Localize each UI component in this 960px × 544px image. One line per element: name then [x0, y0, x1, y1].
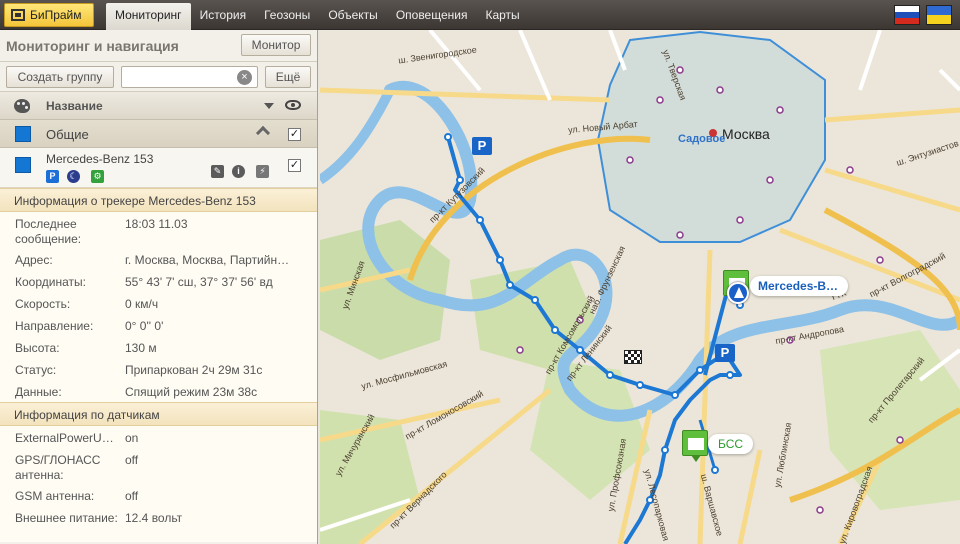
vehicle-map-label[interactable]: Mercedes-B…: [750, 276, 849, 296]
sensor-value: off: [125, 453, 139, 467]
nav-objects[interactable]: Объекты: [319, 0, 387, 30]
vehicle-row[interactable]: Mercedes-Benz 153 P ☾ ⚙ ✎ i ⚡ ✓: [0, 148, 317, 188]
signal-off-icon[interactable]: ⚡: [256, 165, 269, 178]
panel-title: Мониторинг и навигация: [6, 38, 179, 54]
factory-poi-icon[interactable]: [682, 430, 708, 462]
engine-icon: ⚙: [91, 170, 104, 183]
column-name-header[interactable]: Название: [46, 99, 103, 113]
info-row-address: Адрес: г. Москва, Москва, Партийн…: [0, 248, 317, 270]
monitoring-panel: Мониторинг и навигация Монитор Создать г…: [0, 30, 318, 544]
info-label: Направление:: [15, 319, 94, 333]
vehicle-arrow-icon[interactable]: [727, 282, 749, 304]
tracker-info-header: Информация о трекере Mercedes-Benz 153: [0, 188, 317, 212]
sensor-row: GSM антенна: off: [0, 484, 317, 506]
panel-header: Мониторинг и навигация Монитор: [0, 30, 317, 62]
panel-toolbar: Создать группу × Ещё: [0, 62, 317, 92]
sensor-label: GSM антенна:: [15, 489, 95, 503]
sensor-row: Внешнее питание: 12.4 вольт: [0, 506, 317, 542]
info-value: г. Москва, Москва, Партийн…: [125, 253, 290, 267]
info-value: 0 км/ч: [125, 297, 159, 311]
info-label: Высота:: [15, 341, 60, 355]
ukraine-flag-icon[interactable]: [926, 5, 952, 25]
info-label: Последнее сообщение:: [15, 217, 82, 246]
group-row[interactable]: Общие ✓: [0, 120, 317, 148]
palette-icon[interactable]: [14, 99, 30, 113]
sort-down-icon[interactable]: [264, 103, 274, 109]
district-label: Садовое: [678, 133, 726, 145]
city-label: Москва: [722, 126, 770, 142]
monitor-button[interactable]: Монитор: [241, 34, 311, 56]
vehicle-color-swatch[interactable]: [15, 157, 31, 173]
sensors-info: ExternalPowerU… on GPS/ГЛОНАСС антенна: …: [0, 426, 317, 542]
eye-icon[interactable]: [285, 100, 301, 110]
info-row-status: Статус: Припаркован 2ч 29м 31с: [0, 358, 317, 380]
parking-marker[interactable]: P: [715, 344, 735, 362]
info-label: Координаты:: [15, 275, 86, 289]
parking-marker[interactable]: P: [472, 137, 492, 155]
info-row-speed: Скорость: 0 км/ч: [0, 292, 317, 314]
edit-icon[interactable]: ✎: [211, 165, 224, 178]
info-label: Статус:: [15, 363, 57, 377]
sensor-label: ExternalPowerU…: [15, 431, 114, 445]
info-value: Припаркован 2ч 29м 31с: [125, 363, 263, 377]
info-row-coordinates: Координаты: 55° 43' 7' сш, 37° 37' 56' в…: [0, 270, 317, 292]
nav-maps[interactable]: Карты: [476, 0, 528, 30]
main-nav: Мониторинг История Геозоны Объекты Опове…: [106, 0, 529, 30]
sensor-value: 12.4 вольт: [125, 511, 183, 525]
group-name: Общие: [46, 127, 89, 142]
sensor-value: on: [125, 431, 139, 445]
poi-map-label[interactable]: БСС: [708, 434, 754, 454]
russia-flag-icon[interactable]: [894, 5, 920, 25]
info-value: 55° 43' 7' сш, 37° 37' 56' вд: [125, 275, 273, 289]
clear-search-icon[interactable]: ×: [237, 70, 252, 85]
sensor-row: GPS/ГЛОНАСС антенна: off: [0, 448, 317, 484]
sensors-info-header: Информация по датчикам: [0, 402, 317, 426]
info-icon[interactable]: i: [232, 165, 245, 178]
sleep-mode-icon: ☾: [67, 170, 80, 183]
top-navigation-bar: БиПрайм Мониторинг История Геозоны Объек…: [0, 0, 960, 30]
app-logo[interactable]: БиПрайм: [4, 3, 94, 27]
group-visible-checkbox[interactable]: ✓: [288, 128, 301, 141]
tracker-info: Последнее сообщение: 18:03 11.03 Адрес: …: [0, 212, 317, 402]
info-value: Спящий режим 23м 38с: [125, 385, 258, 399]
list-header: Название: [0, 92, 317, 120]
group-color-swatch[interactable]: [15, 126, 31, 142]
sensor-row: ExternalPowerU… on: [0, 426, 317, 448]
logo-icon: [11, 9, 25, 21]
finish-flag-icon[interactable]: [624, 350, 642, 364]
chevron-up-icon[interactable]: [255, 125, 271, 141]
logo-text: БиПрайм: [30, 8, 82, 22]
create-group-button[interactable]: Создать группу: [6, 66, 114, 88]
info-row-direction: Направление: 0° 0'' 0': [0, 314, 317, 336]
info-value: 18:03 11.03: [125, 217, 188, 231]
info-label: Данные:: [15, 385, 62, 399]
nav-history[interactable]: История: [191, 0, 256, 30]
parking-status-icon: P: [46, 170, 59, 183]
sensor-label: Внешнее питание:: [15, 511, 118, 525]
info-row-last-message: Последнее сообщение: 18:03 11.03: [0, 212, 317, 248]
info-label: Адрес:: [15, 253, 53, 267]
vehicle-visible-checkbox[interactable]: ✓: [288, 159, 301, 172]
sensor-value: off: [125, 489, 139, 503]
info-value: 0° 0'' 0': [125, 319, 164, 333]
river-moskva-west: [320, 87, 395, 185]
info-label: Скорость:: [15, 297, 71, 311]
info-value: 130 м: [125, 341, 157, 355]
vehicle-name: Mercedes-Benz 153: [46, 152, 154, 166]
nav-monitoring[interactable]: Мониторинг: [106, 3, 191, 30]
info-row-data: Данные: Спящий режим 23м 38с: [0, 380, 317, 402]
nav-alerts[interactable]: Оповещения: [387, 0, 477, 30]
sensor-label: GPS/ГЛОНАСС антенна:: [15, 453, 101, 482]
map-view[interactable]: ш. Звенигородское ул. Тверская ул. Новый…: [320, 30, 960, 544]
more-button[interactable]: Ещё: [265, 66, 311, 88]
info-row-altitude: Высота: 130 м: [0, 336, 317, 358]
nav-geozones[interactable]: Геозоны: [255, 0, 319, 30]
